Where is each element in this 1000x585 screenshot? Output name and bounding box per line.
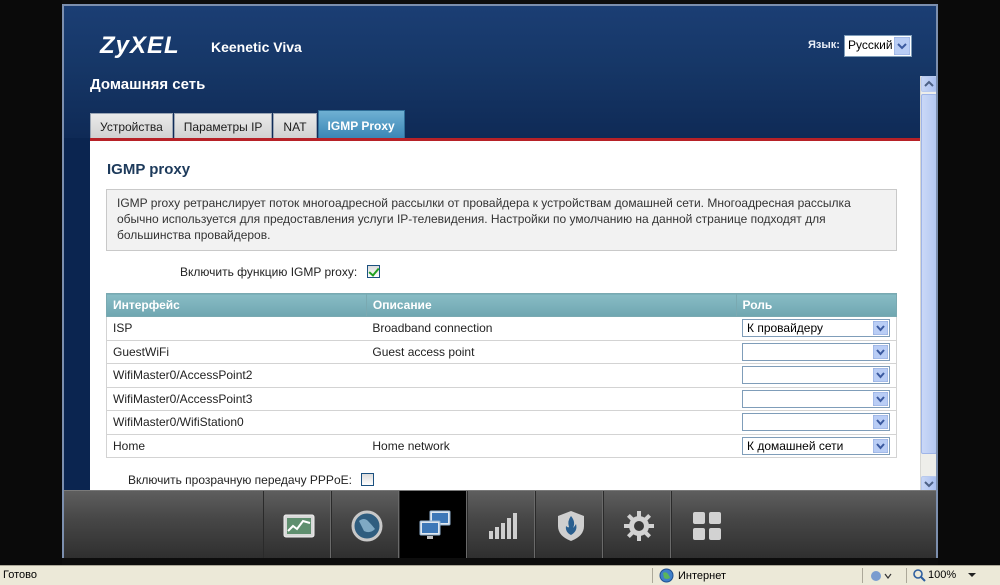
left-backdrop	[0, 0, 62, 565]
table-row: WifiMaster0/WifiStation0	[106, 410, 897, 435]
pppoe-passthrough-checkbox[interactable]	[361, 473, 375, 486]
tab-devices[interactable]: Устройства	[90, 113, 173, 140]
status-text: Готово	[3, 569, 37, 581]
browser-status-bar: Готово Интернет 100%	[0, 565, 1000, 585]
row-description	[366, 387, 736, 411]
scroll-up-button[interactable]	[921, 76, 936, 92]
monitor-chart-icon	[283, 514, 315, 538]
chevron-down-icon	[873, 344, 888, 359]
language-label: Язык:	[808, 39, 840, 51]
tab-ip-parameters[interactable]: Параметры IP	[173, 113, 273, 140]
pppoe-passthrough-label: Включить прозрачную передачу PPPoE:	[128, 473, 352, 487]
vertical-scrollbar[interactable]	[920, 76, 936, 492]
nav-settings[interactable]	[603, 491, 671, 558]
column-role: Роль	[735, 293, 897, 317]
magnifier-icon	[913, 569, 926, 582]
row-description: Broadband connection	[366, 316, 736, 341]
tab-nat[interactable]: NAT	[273, 113, 317, 140]
nav-internet[interactable]	[331, 491, 399, 558]
gear-icon	[624, 511, 654, 541]
column-description: Описание	[365, 293, 737, 317]
row-interface: ISP	[106, 316, 367, 341]
chevron-down-icon	[968, 573, 977, 577]
network-computers-icon	[419, 510, 451, 539]
enable-igmp-row: Включить функцию IGMP proxy:	[180, 265, 380, 279]
row-description	[366, 363, 736, 388]
role-select[interactable]: К домашней сети	[742, 436, 890, 455]
status-divider	[862, 568, 863, 583]
router-web-ui: ZyXEL Keenetic Viva Язык: Русский Домашн…	[62, 4, 938, 558]
globe-icon	[659, 568, 674, 583]
model-name: Keenetic Viva	[211, 39, 302, 55]
table-row: WifiMaster0/AccessPoint2	[106, 363, 897, 388]
nav-security[interactable]	[535, 491, 603, 558]
role-select[interactable]	[742, 389, 890, 408]
role-select[interactable]	[742, 366, 890, 385]
role-value: К провайдеру	[747, 321, 824, 336]
row-interface: GuestWiFi	[106, 340, 367, 364]
header: ZyXEL Keenetic Viva Язык: Русский Домашн…	[64, 6, 936, 140]
row-description: Guest access point	[366, 340, 736, 364]
tab-bar: Устройства Параметры IP NAT IGMP Proxy	[90, 110, 406, 140]
security-zone: Интернет	[659, 568, 726, 583]
role-select[interactable]: К провайдеру	[742, 319, 890, 338]
shield-icon	[558, 511, 584, 541]
description-box: IGMP proxy ретранслирует поток многоадре…	[106, 189, 897, 251]
language-value: Русский	[848, 38, 893, 52]
role-value: К домашней сети	[747, 438, 844, 453]
column-interface: Интерфейс	[106, 293, 367, 317]
row-interface: WifiMaster0/AccessPoint3	[106, 387, 367, 411]
table-row: WifiMaster0/AccessPoint3	[106, 387, 897, 411]
interfaces-table: Интерфейс Описание Роль ISP Broadband co…	[106, 293, 897, 458]
chevron-down-icon	[924, 481, 934, 488]
pppoe-passthrough-row: Включить прозрачную передачу PPPoE:	[128, 473, 375, 487]
apps-grid-icon	[693, 512, 721, 540]
row-interface: WifiMaster0/AccessPoint2	[106, 363, 367, 388]
zone-label: Интернет	[678, 569, 726, 582]
row-description	[366, 410, 736, 435]
brand-logo: ZyXEL	[100, 32, 180, 59]
zoom-level: 100%	[928, 569, 957, 581]
enable-igmp-label: Включить функцию IGMP proxy:	[180, 265, 358, 279]
nav-wifi[interactable]	[467, 491, 535, 558]
table-row: Home Home network К домашней сети	[106, 434, 897, 458]
chevron-down-icon	[873, 368, 888, 383]
table-header-row: Интерфейс Описание Роль	[106, 293, 897, 317]
section-title: IGMP proxy	[107, 161, 191, 178]
bottom-navigation	[64, 490, 936, 558]
table-row: GuestWiFi Guest access point	[106, 340, 897, 364]
right-backdrop	[938, 0, 1000, 565]
role-select[interactable]	[742, 342, 890, 361]
table-row: ISP Broadband connection К провайдеру	[106, 316, 897, 341]
chevron-down-icon	[894, 37, 910, 55]
row-interface: Home	[106, 434, 367, 458]
nav-system-monitor[interactable]	[263, 491, 331, 558]
chevron-down-icon	[873, 321, 888, 336]
globe-icon	[351, 510, 383, 542]
row-interface: WifiMaster0/WifiStation0	[106, 410, 367, 435]
page-title: Домашняя сеть	[90, 76, 206, 93]
chevron-down-icon	[873, 415, 888, 430]
chevron-up-icon	[924, 80, 934, 87]
protected-mode-icon[interactable]	[870, 569, 892, 583]
row-description: Home network	[366, 434, 736, 458]
wifi-signal-bars-icon	[489, 513, 517, 539]
scroll-thumb[interactable]	[921, 94, 936, 454]
chevron-down-icon	[873, 391, 888, 406]
content-panel: IGMP proxy IGMP proxy ретранслирует пото…	[90, 141, 920, 491]
language-select[interactable]: Русский	[844, 35, 912, 57]
status-divider	[906, 568, 907, 583]
enable-igmp-checkbox[interactable]	[366, 265, 380, 278]
tab-igmp-proxy[interactable]: IGMP Proxy	[317, 110, 405, 140]
nav-home-network[interactable]	[399, 491, 467, 558]
nav-apps[interactable]	[671, 491, 739, 558]
zoom-control[interactable]: 100%	[912, 568, 978, 582]
chevron-down-icon	[873, 438, 888, 453]
role-select[interactable]	[742, 413, 890, 432]
status-divider	[652, 568, 653, 583]
